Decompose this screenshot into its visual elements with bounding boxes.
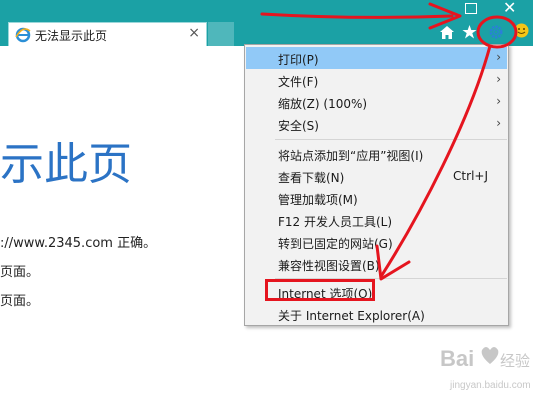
svg-text:jingyan.baidu.com: jingyan.baidu.com [449,380,531,391]
svg-text:Bai: Bai [440,346,474,371]
annotation-overlay [260,2,518,281]
svg-text:经验: 经验 [500,352,530,370]
baidu-watermark-logo: Bai 经验 jingyan.baidu.com [440,346,531,391]
